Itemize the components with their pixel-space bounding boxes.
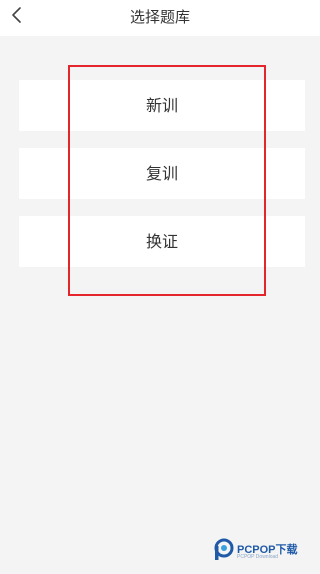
page-title: 选择题库 — [129, 8, 190, 26]
screen: 选择题库 新训 复训 换证 PCPOP下载 PCPOP Download — [0, 0, 320, 574]
top-bar: 选择题库 — [0, 0, 320, 36]
pcpop-logo-icon — [214, 538, 234, 560]
option-new-training[interactable]: 新训 — [19, 80, 305, 131]
watermark: PCPOP下载 PCPOP Download — [212, 536, 316, 566]
option-certificate-renewal[interactable]: 换证 — [19, 216, 305, 267]
option-retraining[interactable]: 复训 — [19, 148, 305, 199]
watermark-subtext: PCPOP Download — [237, 554, 279, 560]
